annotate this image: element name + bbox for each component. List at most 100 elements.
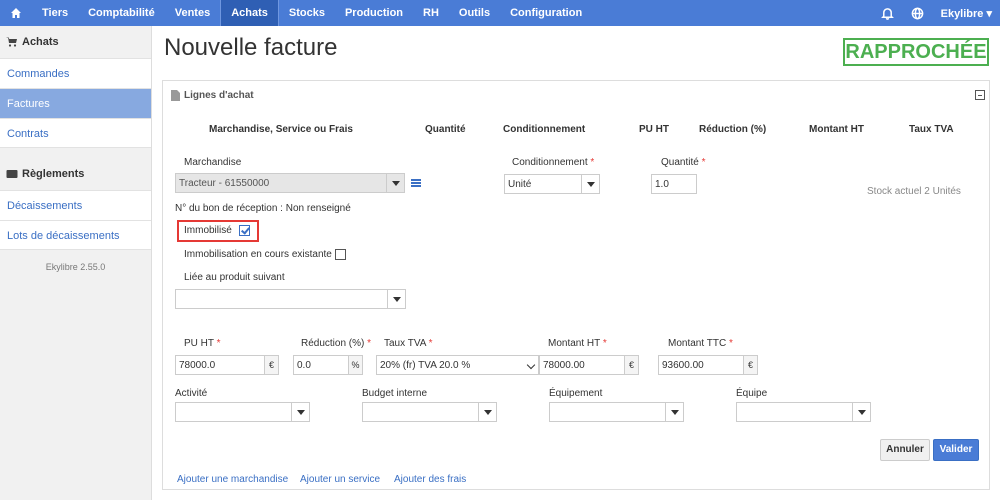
sidebar-item-factures[interactable]: Factures — [0, 88, 151, 118]
add-fees-link[interactable]: Ajouter des frais — [394, 474, 466, 485]
bell-icon — [881, 7, 895, 20]
sidebar-section-achats: Achats — [0, 26, 151, 58]
sidebar-section-label: Achats — [22, 36, 59, 48]
notifications-button[interactable] — [873, 0, 903, 26]
chevron-down-icon — [478, 403, 496, 421]
panel-heading-label: Lignes d'achat — [184, 90, 254, 101]
home-icon — [11, 8, 21, 18]
sidebar-item-contrats[interactable]: Contrats — [0, 118, 151, 148]
montant-ttc-input[interactable]: 93600.00 € — [658, 355, 758, 375]
nav-ventes[interactable]: Ventes — [165, 0, 220, 26]
pu-ht-label: PU HT * — [184, 338, 221, 349]
list-icon[interactable] — [411, 179, 421, 187]
sidebar-item-decaissements[interactable]: Décaissements — [0, 190, 151, 220]
marchandise-label: Marchandise — [184, 157, 242, 168]
collapse-icon[interactable] — [975, 90, 985, 100]
quantite-input[interactable]: 1.0 — [651, 174, 697, 194]
chevron-down-icon — [665, 403, 683, 421]
taux-tva-value: 20% (fr) TVA 20.0 % — [380, 360, 471, 371]
quantite-label: Quantité * — [661, 157, 706, 168]
immobilise-checkbox[interactable] — [239, 225, 250, 236]
top-navbar: Tiers Comptabilité Ventes Achats Stocks … — [0, 0, 1000, 26]
currency-addon: € — [264, 356, 278, 374]
percent-addon: % — [348, 356, 362, 374]
marchandise-select[interactable]: Tracteur - 61550000 — [175, 173, 405, 193]
montant-ttc-value: 93600.00 — [662, 360, 704, 371]
reception-info: N° du bon de réception : Non renseigné — [175, 203, 351, 214]
col-header-marchandise: Marchandise, Service ou Frais — [209, 124, 353, 135]
nav-comptabilite[interactable]: Comptabilité — [78, 0, 165, 26]
user-name: Ekylibre — [940, 7, 984, 20]
nav-stocks[interactable]: Stocks — [279, 0, 335, 26]
chevron-down-icon — [852, 403, 870, 421]
purchase-lines-panel: Lignes d'achat Marchandise, Service ou F… — [162, 80, 990, 490]
budget-select[interactable] — [362, 402, 497, 422]
add-service-link[interactable]: Ajouter un service — [300, 474, 380, 485]
montant-ht-label: Montant HT * — [548, 338, 607, 349]
conditionnement-value: Unité — [508, 179, 532, 190]
nav-tiers[interactable]: Tiers — [32, 0, 78, 26]
activite-select[interactable] — [175, 402, 310, 422]
immobilise-label: Immobilisé — [184, 225, 232, 236]
pu-ht-input[interactable]: 78000.0 € — [175, 355, 279, 375]
nav-achats[interactable]: Achats — [220, 0, 279, 26]
activite-label: Activité — [175, 388, 208, 399]
nav-production[interactable]: Production — [335, 0, 413, 26]
budget-label: Budget interne — [362, 388, 428, 399]
user-menu[interactable]: Ekylibre ▾ — [933, 7, 1000, 20]
sidebar-item-lots-decaissements[interactable]: Lots de décaissements — [0, 220, 151, 250]
col-header-quantite: Quantité — [425, 124, 466, 135]
status-badge: RAPPROCHÉE — [843, 38, 989, 66]
immobilisation-checkbox[interactable] — [335, 249, 346, 260]
taux-tva-label: Taux TVA * — [384, 338, 433, 349]
nav-outils[interactable]: Outils — [449, 0, 500, 26]
col-header-reduction: Réduction (%) — [699, 124, 767, 135]
cancel-button[interactable]: Annuler — [880, 439, 930, 461]
stock-info: Stock actuel 2 Unités — [867, 186, 961, 197]
equipe-select[interactable] — [736, 402, 871, 422]
globe-icon — [911, 7, 924, 19]
chevron-down-icon — [291, 403, 309, 421]
chevron-down-icon — [387, 290, 405, 308]
sidebar: Achats Commandes Factures Contrats Règle… — [0, 26, 152, 500]
montant-ht-value: 78000.00 — [543, 360, 585, 371]
language-button[interactable] — [903, 0, 933, 26]
marchandise-value: Tracteur - 61550000 — [179, 178, 270, 189]
col-header-pu-ht: PU HT — [639, 124, 669, 135]
sidebar-section-label: Règlements — [22, 168, 85, 180]
equipement-label: Équipement — [549, 388, 603, 399]
page-title: Nouvelle facture — [164, 34, 338, 61]
equipement-select[interactable] — [549, 402, 684, 422]
sidebar-section-reglements: Règlements — [0, 158, 151, 190]
sidebar-item-commandes[interactable]: Commandes — [0, 58, 151, 88]
equipe-label: Équipe — [736, 388, 768, 399]
lie-produit-select[interactable] — [175, 289, 406, 309]
home-button[interactable] — [0, 0, 32, 26]
chevron-down-icon — [526, 360, 536, 370]
conditionnement-select[interactable]: Unité — [504, 174, 600, 194]
pu-ht-value: 78000.0 — [179, 360, 216, 371]
document-icon — [171, 90, 180, 101]
currency-addon: € — [743, 356, 757, 374]
montant-ht-input[interactable]: 78000.00 € — [539, 355, 639, 375]
currency-addon: € — [624, 356, 638, 374]
add-merchandise-link[interactable]: Ajouter une marchandise — [177, 474, 288, 485]
nav-rh[interactable]: RH — [413, 0, 449, 26]
credit-card-icon — [6, 170, 18, 178]
chevron-down-icon — [386, 174, 404, 192]
reduction-label: Réduction (%) * — [301, 338, 372, 349]
taux-tva-select[interactable]: 20% (fr) TVA 20.0 % — [376, 355, 539, 375]
app-version: Ekylibre 2.55.0 — [45, 262, 106, 272]
lie-produit-label: Liée au produit suivant — [184, 272, 285, 283]
col-header-conditionnement: Conditionnement — [503, 124, 586, 135]
cart-icon — [6, 37, 17, 47]
conditionnement-label: Conditionnement * — [512, 157, 595, 168]
panel-heading: Lignes d'achat — [171, 90, 254, 101]
submit-button[interactable]: Valider — [933, 439, 979, 461]
col-header-taux-tva: Taux TVA — [909, 124, 954, 135]
chevron-down-icon — [581, 175, 599, 193]
reduction-input[interactable]: 0.0 % — [293, 355, 363, 375]
nav-configuration[interactable]: Configuration — [500, 0, 592, 26]
quantite-value: 1.0 — [655, 179, 669, 190]
montant-ttc-label: Montant TTC * — [668, 338, 733, 349]
